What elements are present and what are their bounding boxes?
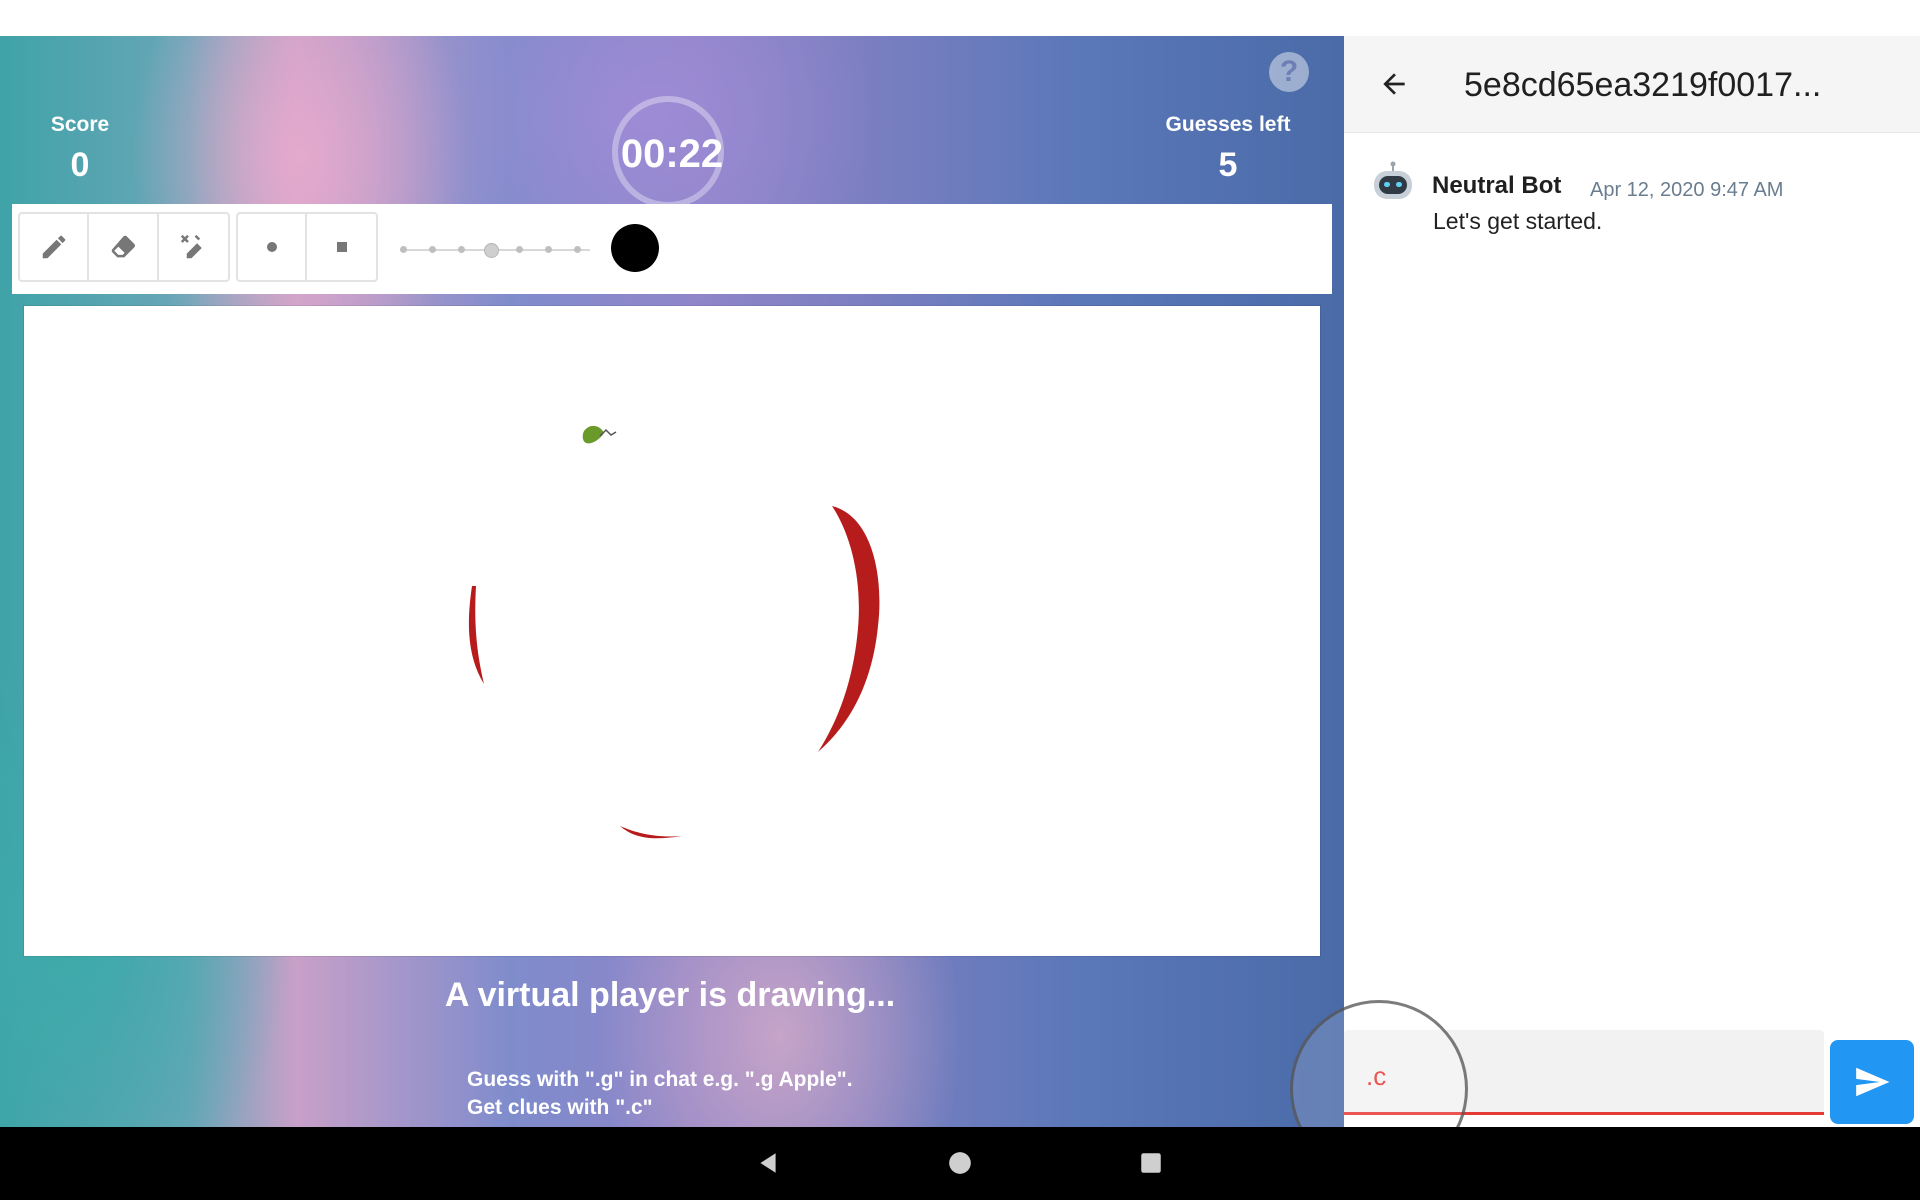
status-title: A virtual player is drawing... <box>444 976 896 1014</box>
round-brush-tool[interactable] <box>238 214 308 280</box>
chat-header: 5e8cd65ea3219f0017... <box>1344 36 1920 133</box>
game-area: ? Score 0 00:22 Guesses left 5 A virtual… <box>0 36 1344 1127</box>
guesses-left-value: 5 <box>1218 146 1238 184</box>
message-author: Neutral Bot <box>1432 172 1562 199</box>
brush-size-slider[interactable] <box>400 243 590 258</box>
channel-title: 5e8cd65ea3219f0017... <box>1464 66 1822 104</box>
help-icon[interactable]: ? <box>1269 52 1309 92</box>
tool-group-brush-shape <box>236 212 378 282</box>
message-text: Let's get started. <box>1433 208 1603 234</box>
size-step <box>516 246 523 253</box>
score-label: Score <box>50 113 110 136</box>
message-timestamp: Apr 12, 2020 9:47 AM <box>1590 179 1784 201</box>
status-bar <box>0 0 1920 36</box>
guesses-left-label: Guesses left <box>1165 113 1291 136</box>
size-step <box>545 246 552 253</box>
square-brush-icon <box>336 242 347 252</box>
timer: 00:22 <box>620 132 724 176</box>
pencil-tool[interactable] <box>20 214 90 280</box>
send-button[interactable] <box>1830 1040 1914 1124</box>
drawing-toolbar <box>12 204 1332 294</box>
pencil-icon <box>42 235 65 259</box>
nav-home-button[interactable] <box>942 1145 978 1181</box>
navigation-bar <box>0 1127 1920 1200</box>
recents-icon <box>1141 1153 1161 1173</box>
score-value: 0 <box>70 146 90 184</box>
round-brush-icon <box>266 242 277 252</box>
send-icon <box>1856 1067 1890 1097</box>
drawing-canvas[interactable] <box>24 306 1320 956</box>
nav-back-button[interactable] <box>750 1145 786 1181</box>
size-step <box>458 246 465 253</box>
hint-line-clue: Get clues with ".c" <box>467 1096 653 1119</box>
bot-avatar-icon <box>1374 161 1412 199</box>
tool-group-draw <box>18 212 230 282</box>
nav-recents-button[interactable] <box>1133 1145 1169 1181</box>
hint-line-guess: Guess with ".g" in chat e.g. ".g Apple". <box>467 1068 853 1091</box>
apple-drawing <box>468 425 880 839</box>
clear-tool[interactable] <box>159 214 228 280</box>
brush-color-swatch[interactable] <box>611 224 659 272</box>
chat-panel: 5e8cd65ea3219f0017... Neutral Bot Apr 12… <box>1344 36 1920 1127</box>
home-icon <box>949 1152 971 1174</box>
back-arrow-icon[interactable] <box>1378 68 1410 100</box>
size-step <box>574 246 581 253</box>
size-step <box>429 246 436 253</box>
eraser-icon <box>111 235 136 258</box>
size-slider-handle[interactable] <box>484 243 499 258</box>
back-icon <box>760 1153 776 1173</box>
square-brush-tool[interactable] <box>307 214 376 280</box>
clear-icon <box>181 234 203 259</box>
eraser-tool[interactable] <box>89 214 159 280</box>
size-step <box>400 246 407 253</box>
